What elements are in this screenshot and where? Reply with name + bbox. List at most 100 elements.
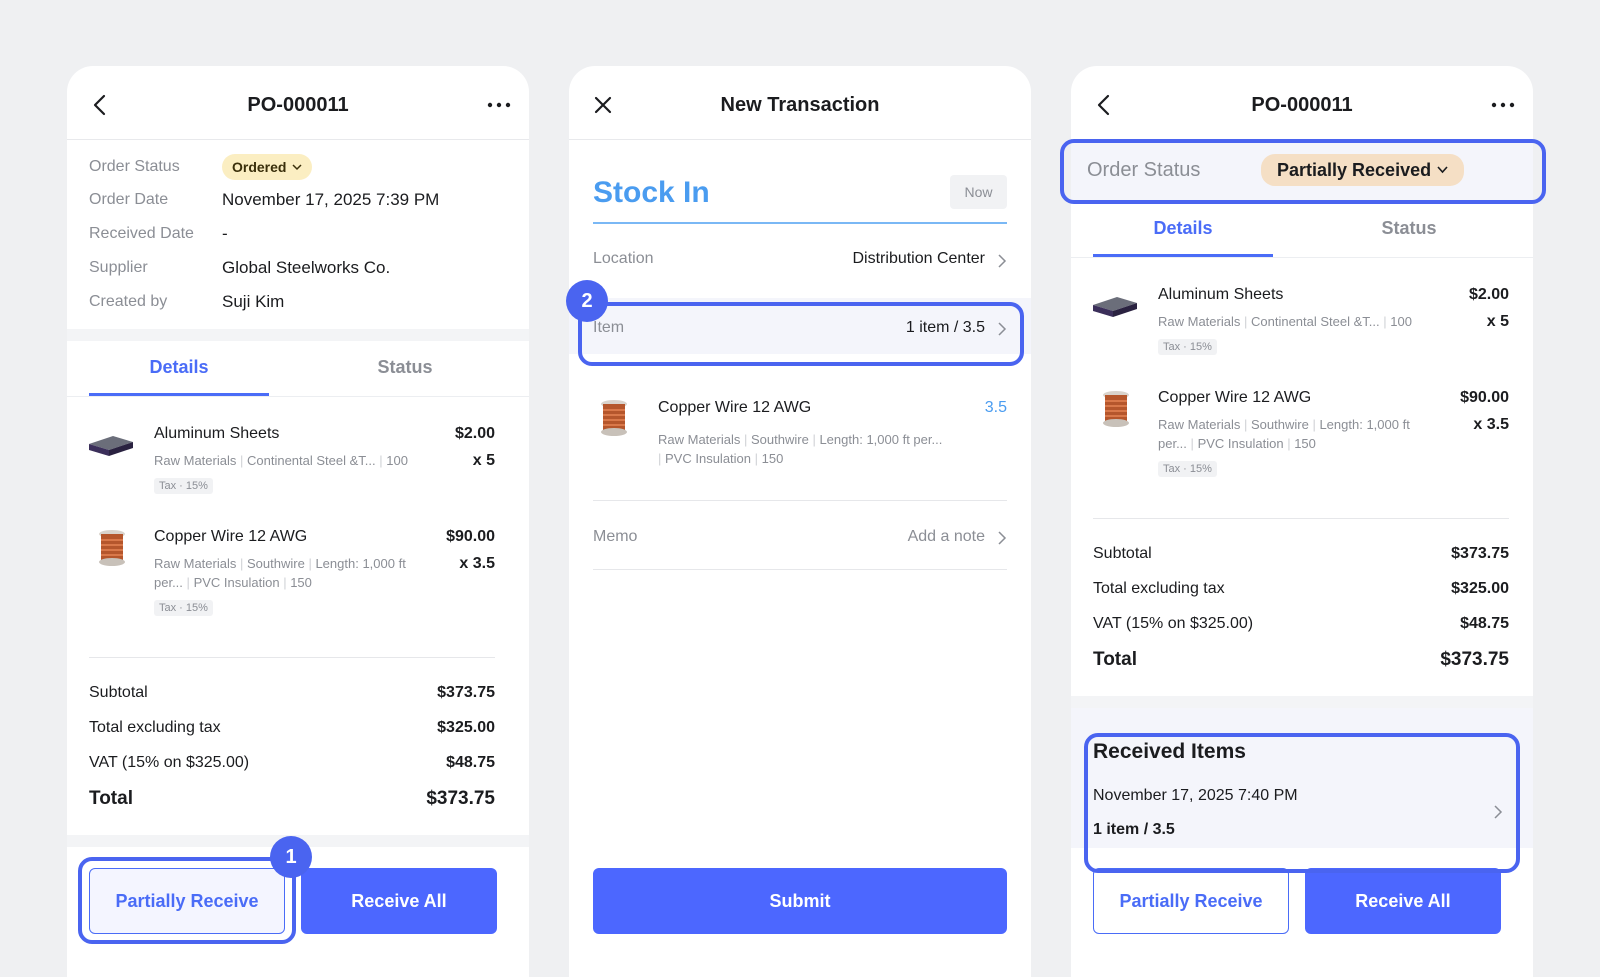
item-name: Aluminum Sheets (1158, 286, 1284, 303)
item-insulation: PVC Insulation (193, 575, 280, 590)
item-stock: 150 (290, 575, 312, 590)
vat-label: VAT (15% on $325.00) (1093, 615, 1254, 632)
more-options-icon[interactable] (1489, 93, 1517, 117)
item-name: Copper Wire 12 AWG (658, 399, 812, 416)
total-label: Total (1093, 649, 1137, 670)
supplier-label: Supplier (89, 259, 148, 276)
item-stock: 150 (761, 451, 784, 466)
tab-details[interactable]: Details (1093, 218, 1273, 239)
item-vendor: Continental Steel &T... (1251, 314, 1380, 329)
item-vendor: Southwire (1251, 417, 1309, 432)
highlight-partially-receive (78, 857, 296, 944)
tab-status[interactable]: Status (315, 357, 495, 378)
item-meta: Raw Materials | Southwire | Length: 1,00… (1158, 417, 1410, 451)
total-label: Total (89, 788, 133, 809)
order-status-badge[interactable]: Ordered (222, 154, 313, 180)
highlight-order-status (1060, 139, 1546, 204)
vat-value: $48.75 (1460, 615, 1509, 632)
item-length-unit: per... (154, 575, 183, 590)
chevron-right-icon (998, 254, 1007, 268)
total-excl-tax-label: Total excluding tax (89, 719, 221, 736)
item-quantity: x 5 (472, 452, 495, 469)
copper-spool-icon (99, 530, 125, 566)
time-chip[interactable]: Now (950, 175, 1007, 209)
item-vendor: Southwire (751, 432, 809, 447)
transaction-type-heading: Stock In (593, 176, 710, 209)
header: New Transaction (569, 66, 1031, 140)
receive-all-button[interactable]: Receive All (1305, 868, 1501, 934)
subtotal-label: Subtotal (1093, 545, 1152, 562)
copper-spool-icon (1103, 391, 1129, 427)
subtotal-label: Subtotal (89, 684, 148, 701)
received-date-label: Received Date (89, 225, 194, 242)
item-price: $2.00 (454, 425, 495, 442)
item-category: Raw Materials (1158, 314, 1241, 329)
item-stock: 100 (386, 453, 408, 468)
chevron-right-icon (998, 531, 1007, 545)
item-quantity: 3.5 (984, 399, 1007, 416)
location-label: Location (593, 250, 654, 267)
created-by-value: Suji Kim (222, 292, 285, 311)
item-category: Raw Materials (658, 432, 741, 447)
item-price: $2.00 (1468, 286, 1509, 303)
item-quantity: x 5 (1486, 313, 1509, 330)
tabs-divider (67, 396, 529, 397)
item-length: Length: 1,000 ft per... (819, 432, 943, 447)
item-category: Raw Materials (154, 453, 237, 468)
item-stock: 150 (1294, 436, 1316, 451)
page-title: PO-000011 (247, 94, 349, 116)
aluminum-sheet-icon (1093, 297, 1137, 317)
tab-status[interactable]: Status (1319, 218, 1499, 239)
item-quantity: x 3.5 (1473, 416, 1509, 433)
page-title: New Transaction (720, 94, 880, 116)
more-options-icon[interactable] (485, 93, 513, 117)
item-stock: 100 (1390, 314, 1412, 329)
item-meta: Raw Materials | Continental Steel &T... … (1158, 314, 1412, 329)
item-price: $90.00 (1460, 389, 1509, 406)
order-status-value: Ordered (232, 159, 287, 175)
total-excl-tax-value: $325.00 (437, 719, 495, 736)
location-value: Distribution Center (852, 250, 986, 267)
item-meta: Raw Materials | Southwire | Length: 1,00… (154, 556, 406, 590)
copper-spool-icon (601, 400, 627, 436)
received-date-value: - (222, 224, 228, 243)
item-name: Copper Wire 12 AWG (154, 528, 308, 545)
summary-divider (1093, 518, 1509, 519)
item-category: Raw Materials (1158, 417, 1241, 432)
memo-divider (593, 569, 1007, 570)
item-category: Raw Materials (154, 556, 237, 571)
tax-badge: Tax · 15% (1158, 461, 1217, 477)
item-insulation: PVC Insulation (665, 451, 752, 466)
page-title: PO-000011 (1251, 94, 1353, 116)
item-length: Length: 1,000 ft (1319, 417, 1410, 432)
highlight-item-row (578, 302, 1024, 366)
item-insulation: PVC Insulation (1197, 436, 1284, 451)
summary-divider (89, 657, 495, 658)
memo-placeholder: Add a note (907, 528, 985, 545)
step-badge-2: 2 (566, 280, 608, 322)
step-badge-1: 1 (270, 836, 312, 878)
tab-details[interactable]: Details (89, 357, 269, 378)
subtotal-value: $373.75 (437, 684, 495, 701)
subtotal-value: $373.75 (1451, 545, 1509, 562)
tax-badge: Tax · 15% (154, 600, 213, 616)
receive-all-button[interactable]: Receive All (301, 868, 497, 934)
heading-underline (593, 222, 1007, 224)
vat-value: $48.75 (446, 754, 495, 771)
memo-label: Memo (593, 528, 638, 545)
screen-new-transaction: New Transaction Stock In Now Location Di… (569, 66, 1031, 977)
submit-button[interactable]: Submit (593, 868, 1007, 934)
item-vendor: Continental Steel &T... (247, 453, 376, 468)
tax-badge: Tax · 15% (154, 478, 213, 494)
item-meta: Raw Materials | Southwire | Length: 1,00… (658, 432, 943, 466)
tabs-divider (1071, 257, 1533, 258)
section-divider (67, 329, 529, 341)
partially-receive-button[interactable]: Partially Receive (1093, 868, 1289, 934)
highlight-received-items (1084, 733, 1520, 873)
total-excl-tax-label: Total excluding tax (1093, 580, 1225, 597)
item-name: Aluminum Sheets (154, 425, 280, 442)
item-quantity: x 3.5 (459, 555, 495, 572)
item-divider (593, 500, 1007, 501)
aluminum-sheet-icon (89, 436, 133, 456)
total-value: $373.75 (1440, 649, 1509, 670)
